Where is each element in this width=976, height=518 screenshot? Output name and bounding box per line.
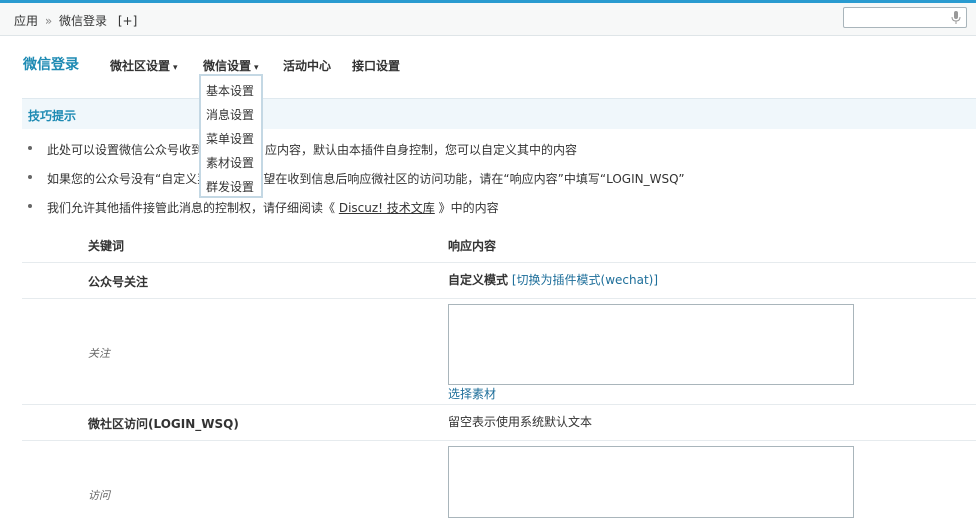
search-input[interactable]: [844, 8, 944, 27]
nav-label: 微社区设置: [110, 59, 171, 73]
plugin-title: 微信登录: [23, 57, 79, 73]
tip-item: 此处可以设置微信公众号收到: [28, 141, 204, 158]
tips-header: 技巧提示: [22, 98, 976, 129]
row-group-follow: 公众号关注: [88, 275, 149, 289]
search-box[interactable]: [843, 7, 967, 28]
top-bar: 应用 » 微信登录 [+]: [0, 3, 976, 36]
dropdown-item-broadcast[interactable]: 群发设置: [206, 178, 254, 195]
dropdown-item-menu[interactable]: 菜单设置: [206, 130, 254, 147]
knowledge-base-link[interactable]: Discuz! 技术文库: [339, 201, 435, 215]
mode-label: 自定义模式: [448, 273, 509, 287]
tip-item: 我们允许其他插件接管此消息的控制权，请仔细阅读《 Discuz! 技术文库 》中…: [28, 199, 499, 216]
tip-text-before: 我们允许其他插件接管此消息的控制权，请仔细阅读《: [47, 201, 339, 215]
table-divider: [22, 262, 976, 263]
tip-text: 我们允许其他插件接管此消息的控制权，请仔细阅读《 Discuz! 技术文库 》中…: [47, 201, 499, 215]
tip-text: 如果您的公众号没有“自定义菜单”并且希望在收到信息后响应微社区的访问功能，请在“…: [47, 172, 685, 186]
tips-title: 技巧提示: [28, 109, 77, 123]
bullet-icon: [28, 146, 32, 150]
breadcrumb: 应用 » 微信登录 [+]: [14, 12, 140, 29]
breadcrumb-separator: »: [44, 14, 53, 28]
table-divider: [22, 440, 976, 441]
microphone-icon[interactable]: [951, 11, 961, 25]
visit-response-textarea[interactable]: [448, 446, 854, 518]
dropdown-item-basic[interactable]: 基本设置: [206, 82, 254, 99]
add-shortcut-button[interactable]: [+]: [118, 14, 137, 28]
wechat-settings-dropdown: 基本设置 消息设置 菜单设置 素材设置 群发设置: [199, 74, 263, 198]
tip-text-after: 》中的内容: [434, 201, 499, 215]
tip-text: 应内容，默认由本插件自身控制，您可以自定义其中的内容: [265, 143, 578, 157]
breadcrumb-item-apps[interactable]: 应用: [14, 14, 38, 28]
dropdown-item-message[interactable]: 消息设置: [206, 106, 254, 123]
breadcrumb-item-current[interactable]: 微信登录: [59, 14, 107, 28]
column-header-response: 响应内容: [448, 239, 497, 253]
follow-response-textarea[interactable]: [448, 304, 854, 385]
row-label-visit: 访问: [88, 489, 110, 502]
nav-wechat-settings[interactable]: 微信设置 ▾: [203, 57, 259, 74]
column-header-keyword: 关键词: [88, 239, 125, 253]
nav-label: 微信设置: [203, 59, 252, 73]
switch-mode-link[interactable]: [切换为插件模式(wechat)]: [512, 273, 658, 287]
nav-api-settings[interactable]: 接口设置: [352, 57, 400, 74]
bullet-icon: [28, 204, 32, 208]
chevron-down-icon: ▾: [173, 63, 178, 73]
mode-line: 自定义模式 [切换为插件模式(wechat)]: [448, 271, 658, 288]
row-label-follow: 关注: [88, 347, 110, 360]
select-material-link[interactable]: 选择素材: [448, 385, 496, 402]
table-divider: [22, 404, 976, 405]
tip-text: 此处可以设置微信公众号收到: [47, 143, 204, 157]
dropdown-item-material[interactable]: 素材设置: [206, 154, 254, 171]
chevron-down-icon: ▾: [254, 63, 259, 73]
tip-item: 如果您的公众号没有“自定义菜单”并且希望在收到信息后响应微社区的访问功能，请在“…: [28, 170, 685, 187]
nav-community-settings[interactable]: 微社区设置 ▾: [110, 57, 178, 74]
tip-text-continued: 应内容，默认由本插件自身控制，您可以自定义其中的内容: [265, 141, 577, 158]
nav-activity-center[interactable]: 活动中心: [283, 57, 331, 74]
table-divider: [22, 298, 976, 299]
bullet-icon: [28, 175, 32, 179]
row-group-visit: 微社区访问(LOGIN_WSQ): [88, 417, 239, 431]
visit-hint: 留空表示使用系统默认文本: [448, 415, 593, 429]
